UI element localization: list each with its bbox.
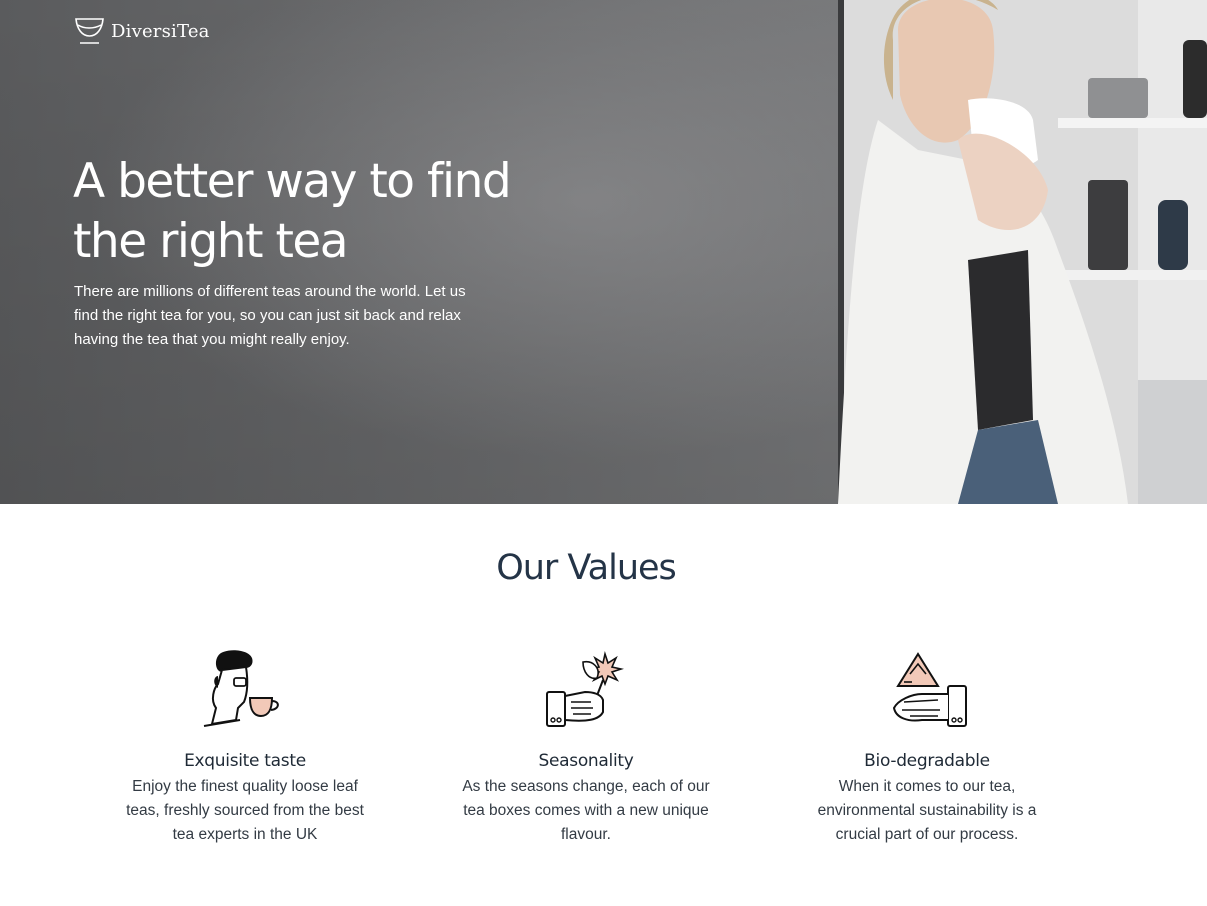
- values-heading: Our Values: [496, 548, 677, 588]
- brand-name: DiversiTea: [111, 20, 210, 42]
- value-title: Seasonality: [538, 751, 634, 771]
- value-description: When it comes to our tea, environmental …: [817, 778, 1037, 843]
- value-card-biodegradable: Bio-degradable When it comes to our tea,…: [797, 650, 1057, 847]
- tea-cup-logo-icon: [75, 17, 104, 44]
- value-card-seasonality: Seasonality As the seasons change, each …: [456, 650, 716, 847]
- tea-drinker-icon: [203, 650, 279, 727]
- hand-recycle-icon: [892, 652, 967, 727]
- value-description: As the seasons change, each of our tea b…: [462, 778, 710, 843]
- hero-subtitle: There are millions of different teas aro…: [74, 283, 466, 348]
- value-description: Enjoy the finest quality loose leaf teas…: [126, 778, 364, 843]
- hero-photo: [838, 0, 1207, 504]
- value-card-exquisite-taste: Exquisite taste Enjoy the finest quality…: [115, 650, 375, 847]
- value-title: Exquisite taste: [184, 751, 306, 771]
- hand-leaf-icon: [546, 651, 624, 727]
- hero-section: DiversiTea A better way to find the righ…: [0, 0, 1207, 504]
- brand-logo[interactable]: DiversiTea: [74, 15, 210, 47]
- hero-title: A better way to find the right tea: [73, 154, 512, 269]
- value-title: Bio-degradable: [864, 751, 990, 771]
